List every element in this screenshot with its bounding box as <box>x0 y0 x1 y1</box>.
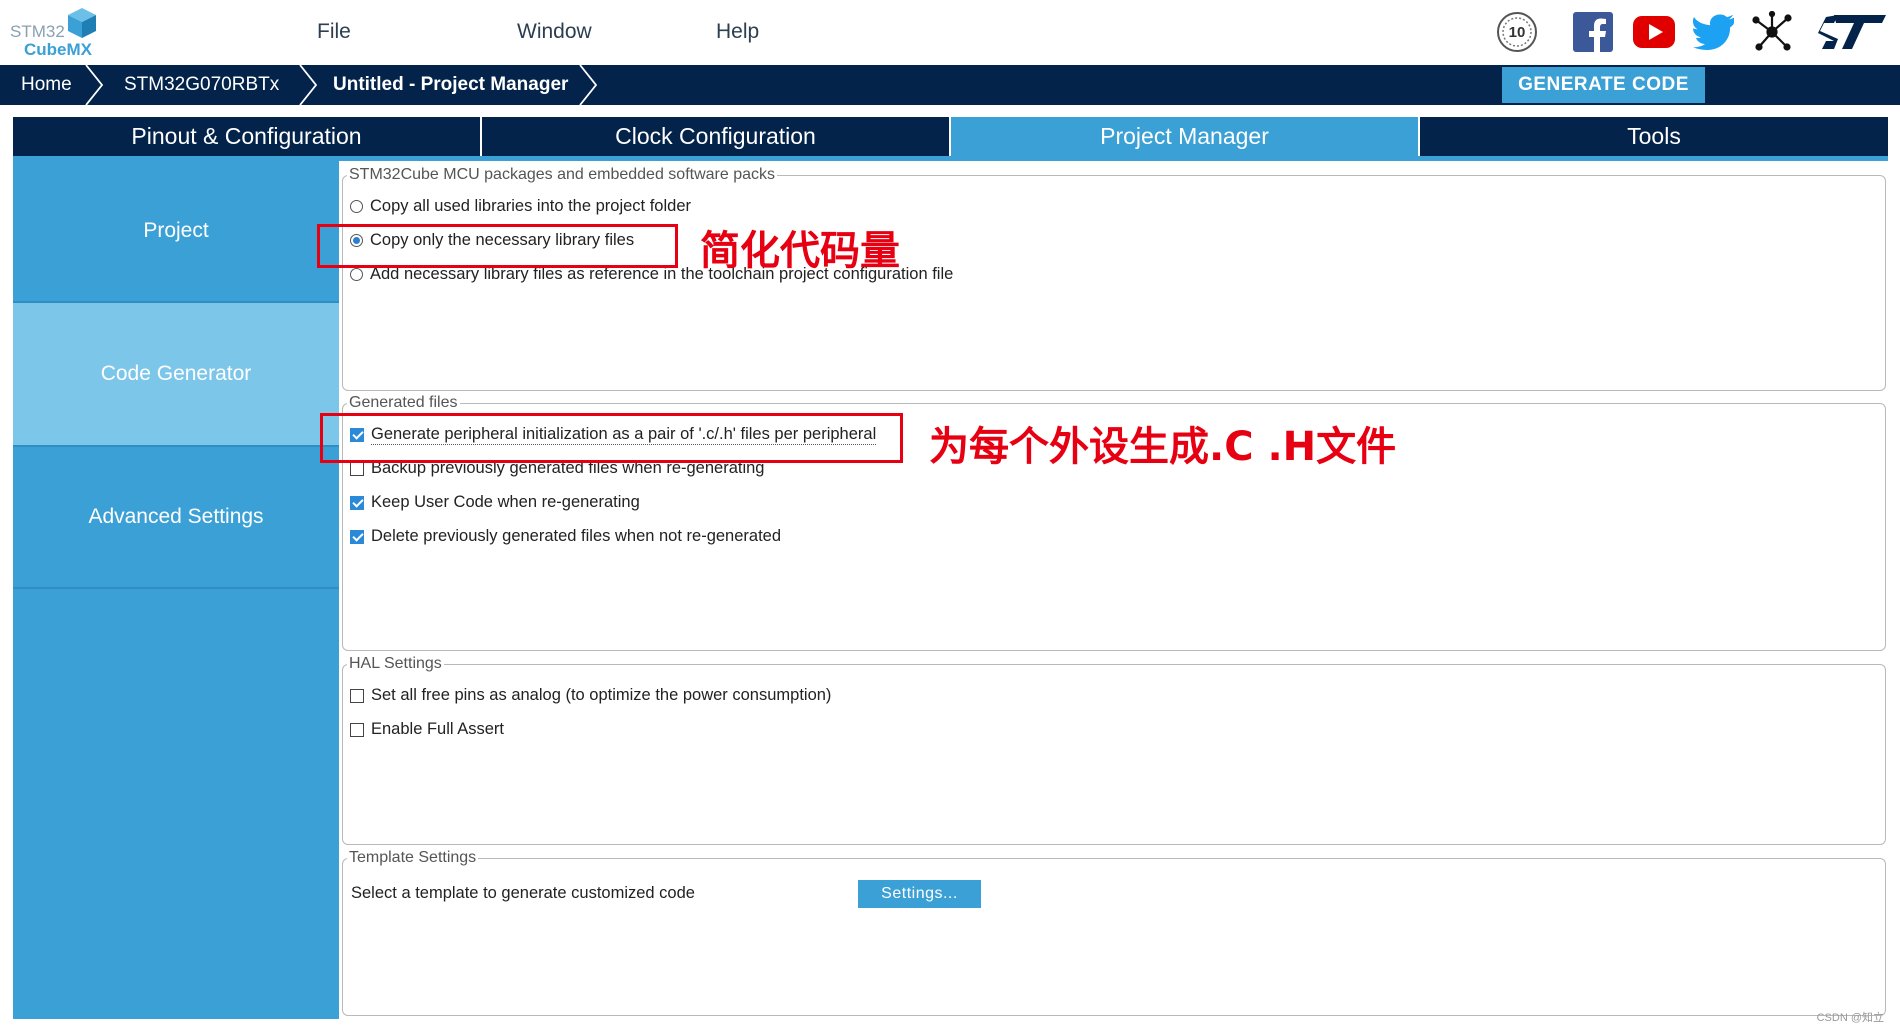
annotation-text-simplify-code: 简化代码量 <box>700 228 900 274</box>
chevron-right-icon <box>579 65 598 105</box>
breadcrumb-project[interactable]: Untitled - Project Manager <box>333 65 568 105</box>
menu-bar: STM32 CubeMX File Window Help 10 <box>0 0 1900 65</box>
checkbox-checked[interactable] <box>350 495 364 510</box>
menu-file[interactable]: File <box>317 20 351 44</box>
radio-copy-all-libraries[interactable]: Copy all used libraries into the project… <box>350 197 691 216</box>
breadcrumb: Home STM32G070RBTx Untitled - Project Ma… <box>0 65 1900 105</box>
template-text: Select a template to generate customized… <box>351 884 695 902</box>
checkbox-label: Set all free pins as analog (to optimize… <box>371 686 832 704</box>
radio-button[interactable] <box>350 200 363 213</box>
generated-files-legend: Generated files <box>349 394 458 411</box>
template-description: Select a template to generate customized… <box>351 884 695 903</box>
youtube-icon[interactable] <box>1632 10 1676 54</box>
annotation-highlight-box <box>320 413 903 463</box>
checkbox-label: Delete previously generated files when n… <box>371 527 782 545</box>
annotation-text-generate-ch-files: 为每个外设生成.C .H文件 <box>929 424 1397 470</box>
checkbox-enable-full-assert[interactable]: Enable Full Assert <box>350 720 504 739</box>
anniversary-number: 10 <box>1508 23 1526 41</box>
checkbox-unchecked[interactable] <box>350 722 364 737</box>
radio-label: Copy all used libraries into the project… <box>370 197 692 215</box>
cube-icon <box>68 8 96 38</box>
sidebar-item-project[interactable]: Project <box>13 161 339 301</box>
checkbox-keep-user-code[interactable]: Keep User Code when re-generating <box>350 493 640 512</box>
logo-text-stm32: STM32 <box>10 22 65 41</box>
stm32cubemx-logo: STM32 CubeMX <box>8 6 103 60</box>
anniversary-10-icon[interactable]: 10 <box>1496 10 1538 54</box>
generate-code-button[interactable]: GENERATE CODE <box>1502 67 1705 103</box>
hal-settings-legend: HAL Settings <box>349 655 442 672</box>
tab-tools[interactable]: Tools <box>1420 117 1888 156</box>
checkbox-free-pins-analog[interactable]: Set all free pins as analog (to optimize… <box>350 686 831 705</box>
sidebar-divider <box>13 587 339 589</box>
st-logo-icon[interactable] <box>1813 10 1889 54</box>
annotation-highlight-box <box>317 224 678 268</box>
menu-help[interactable]: Help <box>716 20 759 44</box>
sidebar-item-code-generator[interactable]: Code Generator <box>13 303 339 445</box>
template-settings-group: Template Settings <box>342 849 1886 1016</box>
checkbox-delete-generated-files[interactable]: Delete previously generated files when n… <box>350 527 781 546</box>
chevron-right-icon <box>299 65 318 105</box>
main-tabs: Pinout & Configuration Clock Configurati… <box>13 117 1888 156</box>
network-icon[interactable] <box>1750 10 1794 54</box>
sidebar: Project Code Generator Advanced Settings <box>13 161 339 1019</box>
chevron-right-icon <box>85 65 104 105</box>
logo-text-cubemx: CubeMX <box>24 40 92 59</box>
radio-button[interactable] <box>350 268 363 281</box>
template-settings-button[interactable]: Settings... <box>858 880 981 908</box>
tab-pinout-configuration[interactable]: Pinout & Configuration <box>13 117 480 156</box>
menu-window[interactable]: Window <box>517 20 592 44</box>
breadcrumb-mcu[interactable]: STM32G070RBTx <box>124 65 279 105</box>
packages-legend: STM32Cube MCU packages and embedded soft… <box>349 166 775 183</box>
tab-project-manager[interactable]: Project Manager <box>951 117 1418 156</box>
checkbox-label: Enable Full Assert <box>371 720 504 738</box>
checkbox-checked[interactable] <box>350 529 364 544</box>
breadcrumb-home[interactable]: Home <box>21 65 72 105</box>
checkbox-label: Keep User Code when re-generating <box>371 493 640 511</box>
checkbox-unchecked[interactable] <box>350 688 364 703</box>
facebook-icon[interactable] <box>1572 10 1614 54</box>
template-settings-legend: Template Settings <box>349 849 477 866</box>
tab-clock-configuration[interactable]: Clock Configuration <box>482 117 949 156</box>
hal-settings-group: HAL Settings <box>342 655 1886 845</box>
checkbox-unchecked[interactable] <box>350 461 364 476</box>
twitter-icon[interactable] <box>1692 10 1736 54</box>
watermark: CSDN @知立 <box>1816 1012 1884 1024</box>
sidebar-item-advanced-settings[interactable]: Advanced Settings <box>13 447 339 587</box>
